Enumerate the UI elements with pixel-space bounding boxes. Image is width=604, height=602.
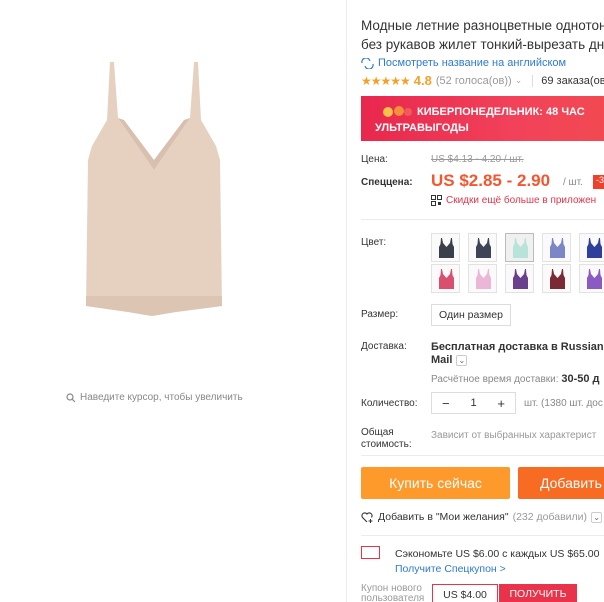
chevron-down-icon[interactable]: ⌄ (515, 75, 523, 86)
total-label: Общая стоимость: (361, 427, 412, 451)
old-price: US $4.13 - 4.20 / шт. (431, 154, 524, 165)
color-swatch[interactable] (505, 264, 534, 293)
wishlist-link[interactable]: Добавить в "Мои желания" (232 добавили) … (361, 511, 603, 523)
color-swatch[interactable] (579, 233, 604, 262)
shipping-estimate-value: 30-50 д (561, 373, 600, 385)
quantity-decrease-button[interactable]: − (432, 396, 460, 411)
coupon-value: US $4.00 (432, 584, 498, 602)
coupon-offer: Сэкономьте US $6.00 с каждых US $65.00 (395, 548, 600, 560)
product-title-line-1: Модные летние разноцветные однотонн (361, 18, 604, 33)
tank-top-thumbnail (476, 269, 491, 289)
color-swatch[interactable] (468, 264, 497, 293)
product-info-panel: Модные летние разноцветные однотонн без … (361, 0, 604, 602)
separator (532, 74, 534, 87)
new-user-coupon-label: Купон нового пользователя (361, 584, 424, 602)
tank-top-thumbnail (513, 269, 528, 289)
zoom-hint: Наведите курсор, чтобы увеличить (66, 392, 243, 403)
shipping-estimate: Расчётное время доставки: 30-50 д (431, 373, 600, 385)
chevron-down-icon[interactable]: ⌄ (591, 511, 603, 523)
discount-badge: -3 (593, 175, 604, 189)
color-swatch[interactable] (542, 264, 571, 293)
tank-top-thumbnail (587, 238, 602, 258)
zoom-hint-text: Наведите курсор, чтобы увеличить (80, 392, 243, 403)
section-divider (361, 455, 604, 456)
shipping-estimate-label: Расчётное время доставки: (431, 374, 559, 385)
quantity-increase-button[interactable]: + (487, 396, 515, 411)
translate-link[interactable]: Посмотреть название на английском (361, 57, 566, 69)
wishlist-count: (232 добавили) (512, 511, 588, 523)
tank-top-thumbnail (513, 238, 528, 258)
wishlist-text: Добавить в "Мои желания" (378, 511, 509, 523)
product-title-line-2: без рукавов жилет тонкий-вырезать дна Т (361, 37, 604, 52)
color-swatch[interactable] (579, 264, 604, 293)
tank-top-thumbnail (550, 238, 565, 258)
color-swatch[interactable] (505, 233, 534, 262)
rating-value: 4.8 (413, 73, 432, 88)
rating-votes[interactable]: (52 голоса(ов)) (436, 75, 512, 87)
color-label: Цвет: (361, 237, 387, 248)
total-label-line-1: Общая (361, 427, 394, 438)
coupon-icon (361, 546, 380, 559)
size-label: Размер: (361, 309, 399, 320)
banner-subtitle: УЛЬТРАВЫГОДЫ (375, 122, 469, 134)
gallery-panel: Наведите курсор, чтобы увеличить (0, 0, 346, 602)
tank-top-thumbnail (587, 269, 602, 289)
section-divider (361, 219, 604, 220)
app-deal-link[interactable]: Скидки ещё больше в приложен (431, 195, 596, 206)
product-image[interactable] (66, 60, 242, 330)
get-coupon-link[interactable]: Получите Спецкупон > (395, 563, 506, 575)
total-label-line-2: стоимость: (361, 439, 412, 450)
rating-row: ★★★★★ 4.8 (52 голоса(ов)) ⌄ 69 заказа(ов… (361, 73, 604, 88)
buy-now-button[interactable]: Купить сейчас (361, 467, 510, 499)
promo-banner[interactable]: КИБЕРПОНЕДЕЛЬНИК: 48 ЧАС УЛЬТРАВЫГОДЫ (361, 96, 604, 141)
color-swatch[interactable] (542, 233, 571, 262)
add-to-cart-button[interactable]: Добавить (518, 467, 604, 499)
price-unit: / шт. (563, 177, 583, 188)
translate-icon (361, 57, 374, 69)
translate-link-text: Посмотреть название на английском (378, 57, 567, 69)
quantity-label: Количество: (361, 398, 418, 409)
sale-price: US $2.85 - 2.90 (431, 171, 551, 190)
qr-code-icon (431, 195, 442, 206)
shipping-label: Доставка: (361, 341, 407, 352)
product-title: Модные летние разноцветные однотонн без … (361, 16, 604, 54)
size-option[interactable]: Один размер (431, 304, 511, 326)
color-swatch[interactable] (468, 233, 497, 262)
shipping-method: Бесплатная доставка в Russian Fed (431, 341, 604, 353)
banner-title: КИБЕРПОНЕДЕЛЬНИК: 48 ЧАС (417, 106, 585, 118)
quantity-input[interactable]: 1 (460, 397, 488, 409)
shipping-method-carrier: Mail (431, 354, 453, 366)
tank-top-thumbnail (439, 269, 454, 289)
color-swatch[interactable] (431, 264, 460, 293)
magnifier-icon (66, 392, 76, 402)
sale-price-label: Спеццена: (361, 177, 413, 188)
quantity-available: шт. (1380 шт. дос (524, 398, 603, 409)
shipping-method-line-2[interactable]: Mail ⌄ (431, 354, 468, 366)
quantity-stepper: − 1 + (431, 392, 516, 414)
price-label: Цена: (361, 154, 388, 165)
tank-top-thumbnail (550, 269, 565, 289)
color-swatch[interactable] (431, 233, 460, 262)
get-coupon-button[interactable]: ПОЛУЧИТЬ (499, 584, 577, 602)
new-user-coupon-label-line-2: пользователя (361, 593, 425, 602)
rating-stars: ★★★★★ (361, 73, 411, 88)
total-value: Зависит от выбранных характерист (431, 430, 597, 441)
divider (346, 0, 347, 602)
app-deal-text: Скидки ещё больше в приложен (446, 195, 597, 206)
tank-top-thumbnail (439, 238, 454, 258)
chevron-down-icon[interactable]: ⌄ (456, 354, 468, 366)
orders-count: 69 заказа(ов) (541, 74, 604, 87)
section-divider (361, 535, 604, 536)
tank-top-thumbnail (476, 238, 491, 258)
heart-plus-icon (361, 512, 373, 523)
